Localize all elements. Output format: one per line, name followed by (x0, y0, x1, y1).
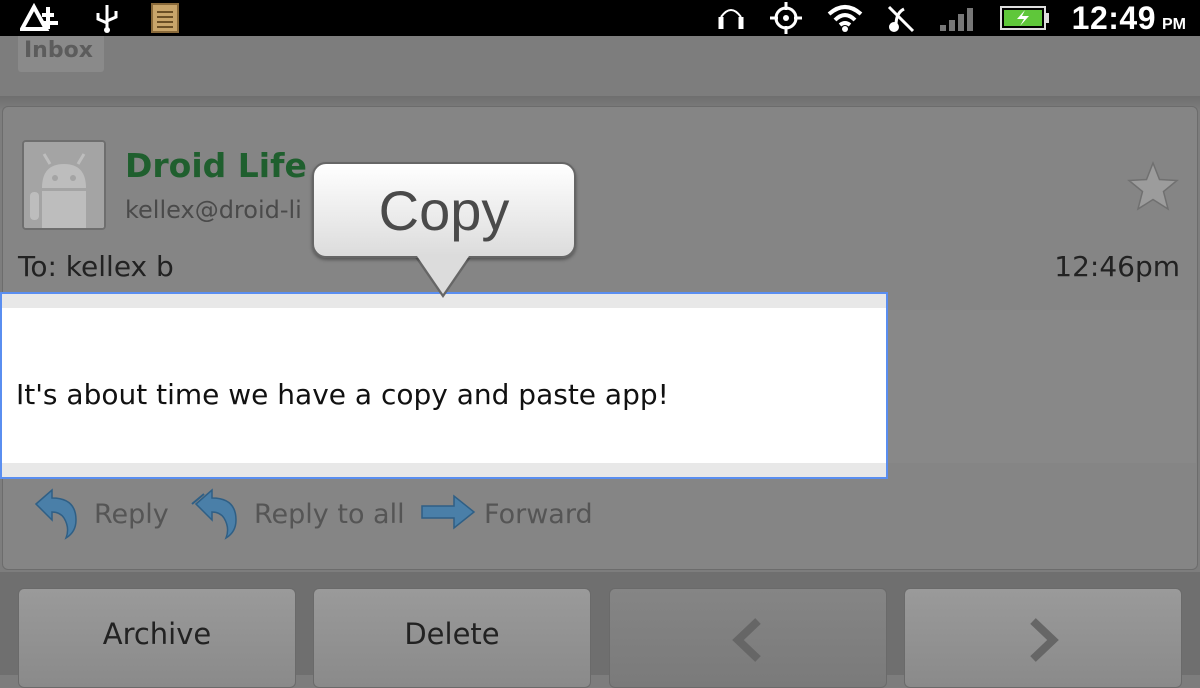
status-bar: 12:49 PM (0, 0, 1200, 36)
status-time: 12:49 (1071, 0, 1156, 36)
star-icon[interactable] (1126, 160, 1180, 214)
reply-all-arrow-icon (191, 488, 237, 540)
android-avatar-icon (24, 142, 104, 228)
sender-email: kellex@droid-li (125, 196, 302, 224)
archive-label: Archive (102, 617, 212, 651)
ringer-off-icon (886, 0, 916, 36)
forward-label: Forward (484, 498, 593, 530)
archive-button[interactable]: Archive (18, 588, 296, 688)
copy-label: Copy (378, 179, 510, 242)
forward-action[interactable]: Forward (420, 484, 593, 544)
message-body-text: It's about time we have a copy and paste… (16, 378, 669, 411)
cell-signal-icon (938, 0, 978, 36)
chevron-left-icon (732, 618, 761, 662)
inbox-label: Inbox (24, 38, 93, 63)
copy-button[interactable]: Copy (312, 162, 576, 258)
notes-icon (150, 0, 180, 36)
status-bar-left (20, 0, 180, 36)
status-ampm: PM (1162, 15, 1186, 33)
wifi-icon (826, 0, 864, 36)
headphones-icon (716, 0, 746, 36)
reply-arrow-icon (34, 488, 77, 540)
reply-label: Reply (94, 498, 169, 530)
sender-name: Droid Life (125, 146, 307, 185)
message-time: 12:46pm (1054, 250, 1180, 283)
battery-charging-icon (999, 0, 1050, 36)
selection-bottom-edge (2, 463, 886, 477)
copy-popup-tail (417, 256, 469, 294)
recipient-line: To: kellex b (18, 250, 174, 283)
sender-avatar[interactable] (22, 140, 106, 230)
usb-icon (94, 0, 120, 36)
inbox-tab[interactable]: Inbox (18, 36, 104, 72)
text-selection[interactable]: It's about time we have a copy and paste… (0, 292, 888, 479)
delete-button[interactable]: Delete (313, 588, 591, 688)
reply-all-action[interactable]: Reply to all (190, 484, 405, 544)
forward-arrow-icon (421, 494, 476, 530)
reply-action[interactable]: Reply (30, 484, 169, 544)
reply-all-label: Reply to all (254, 498, 405, 530)
signal-notification-icon (20, 0, 64, 36)
chevron-right-icon (1030, 618, 1059, 662)
gps-icon (768, 0, 804, 36)
next-button[interactable] (904, 588, 1182, 688)
status-bar-right: 12:49 PM (716, 0, 1186, 36)
previous-button[interactable] (609, 588, 887, 688)
delete-label: Delete (404, 617, 500, 651)
status-clock: 12:49 PM (1072, 0, 1186, 37)
